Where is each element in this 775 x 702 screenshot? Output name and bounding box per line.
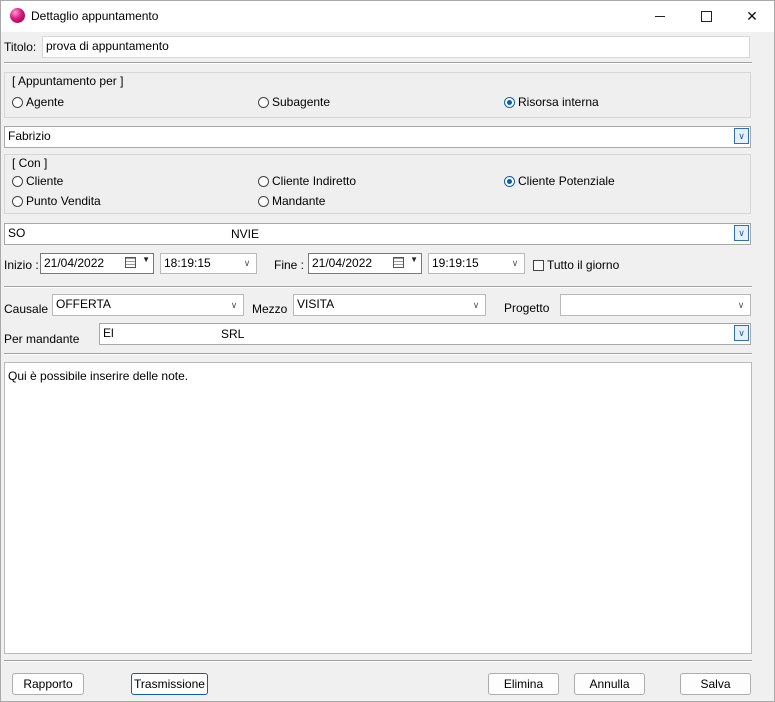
chevron-down-icon[interactable]: ∨ xyxy=(734,325,749,341)
close-icon: ✕ xyxy=(746,8,758,24)
redacted-area xyxy=(116,325,216,343)
chevron-down-icon[interactable]: ∨ xyxy=(732,295,750,315)
title-label: Titolo: xyxy=(4,40,37,54)
radio-punto-vendita-indicator[interactable] xyxy=(12,195,23,207)
end-date-picker[interactable]: 21/04/2022 ▼ xyxy=(308,253,422,274)
cancel-button[interactable]: Annulla xyxy=(574,673,645,695)
radio-cliente[interactable]: Cliente xyxy=(12,174,63,188)
appointment-detail-window: Dettaglio appuntamento ✕ Titolo: prova d… xyxy=(0,0,775,702)
maximize-icon xyxy=(700,11,712,22)
principal-select-value-end: SRL xyxy=(221,327,245,341)
resource-select-value: Fabrizio xyxy=(8,129,51,143)
title-input[interactable]: prova di appuntamento xyxy=(42,36,750,58)
start-date-value: 21/04/2022 xyxy=(44,256,105,270)
appointment-for-legend: [ Appuntamento per ] xyxy=(12,74,124,88)
delete-button[interactable]: Elimina xyxy=(488,673,559,695)
radio-cliente-potenziale[interactable]: Cliente Potenziale xyxy=(504,174,615,188)
notes-textarea[interactable]: Qui è possibile inserire delle note. xyxy=(4,362,752,654)
chevron-down-icon[interactable]: ∨ xyxy=(467,295,485,315)
contact-select[interactable]: SO NVIE ∨ xyxy=(4,223,751,245)
report-button[interactable]: Rapporto xyxy=(12,673,84,695)
window-title: Dettaglio appuntamento xyxy=(31,9,159,23)
calendar-icon[interactable] xyxy=(125,257,136,268)
start-time-select[interactable]: 18:19:15 ∨ xyxy=(160,253,257,274)
separator xyxy=(4,62,752,64)
radio-punto-vendita[interactable]: Punto Vendita xyxy=(12,194,101,208)
principal-select-value-start: El xyxy=(103,326,114,340)
separator xyxy=(4,286,752,288)
project-select[interactable]: ∨ xyxy=(560,294,751,316)
chevron-down-icon[interactable]: ∨ xyxy=(506,254,524,273)
calendar-icon[interactable] xyxy=(393,257,404,268)
radio-cliente-potenziale-indicator[interactable] xyxy=(504,175,515,187)
radio-cliente-indiretto-indicator[interactable] xyxy=(258,175,269,187)
radio-subagente-label: Subagente xyxy=(272,95,331,109)
radio-subagente[interactable]: Subagente xyxy=(258,95,330,109)
principal-label: Per mandante xyxy=(4,332,80,346)
reason-select[interactable]: OFFERTA ∨ xyxy=(52,294,244,316)
with-legend: [ Con ] xyxy=(12,156,48,170)
means-select-value: VISITA xyxy=(297,297,335,311)
radio-mandante[interactable]: Mandante xyxy=(258,194,325,208)
start-label: Inizio : xyxy=(4,258,39,272)
principal-select[interactable]: El SRL ∨ xyxy=(99,323,751,345)
maximize-button[interactable] xyxy=(683,1,729,32)
radio-agente-label: Agente xyxy=(26,95,65,109)
chevron-down-icon[interactable]: ∨ xyxy=(225,295,243,315)
app-logo-icon xyxy=(10,8,25,23)
all-day-checkbox-box[interactable] xyxy=(533,259,544,271)
title-bar: Dettaglio appuntamento ✕ xyxy=(1,1,774,32)
resource-select[interactable]: Fabrizio ∨ xyxy=(4,126,751,148)
separator xyxy=(4,660,752,662)
reason-select-value: OFFERTA xyxy=(56,297,111,311)
end-date-value: 21/04/2022 xyxy=(312,256,373,270)
radio-cliente-indiretto[interactable]: Cliente Indiretto xyxy=(258,174,356,188)
means-select[interactable]: VISITA ∨ xyxy=(293,294,486,316)
close-button[interactable]: ✕ xyxy=(729,1,775,32)
chevron-down-icon[interactable]: ∨ xyxy=(734,128,749,144)
radio-mandante-indicator[interactable] xyxy=(258,195,269,207)
caret-down-icon[interactable]: ▼ xyxy=(410,255,418,264)
contact-select-value-start: SO xyxy=(8,226,26,240)
all-day-label: Tutto il giorno xyxy=(547,258,620,272)
end-time-value: 19:19:15 xyxy=(432,256,479,270)
radio-risorsa-interna[interactable]: Risorsa interna xyxy=(504,95,599,109)
end-time-select[interactable]: 19:19:15 ∨ xyxy=(428,253,525,274)
radio-cliente-potenziale-label: Cliente Potenziale xyxy=(518,174,615,188)
save-button[interactable]: Salva xyxy=(680,673,751,695)
radio-cliente-indicator[interactable] xyxy=(12,175,23,187)
minimize-icon xyxy=(655,16,665,17)
start-date-picker[interactable]: 21/04/2022 ▼ xyxy=(40,253,154,274)
reason-label: Causale xyxy=(4,302,49,316)
radio-risorsa-interna-indicator[interactable] xyxy=(504,96,515,108)
radio-agente[interactable]: Agente xyxy=(12,95,64,109)
contact-select-value-end: NVIE xyxy=(231,227,260,241)
project-label: Progetto xyxy=(504,301,550,315)
radio-mandante-label: Mandante xyxy=(272,194,326,208)
chevron-down-icon[interactable]: ∨ xyxy=(238,254,256,273)
all-day-checkbox[interactable]: Tutto il giorno xyxy=(533,258,619,272)
radio-subagente-indicator[interactable] xyxy=(258,96,269,108)
radio-punto-vendita-label: Punto Vendita xyxy=(26,194,101,208)
radio-agente-indicator[interactable] xyxy=(12,96,23,108)
minimize-button[interactable] xyxy=(637,1,683,32)
separator xyxy=(4,353,752,355)
radio-risorsa-interna-label: Risorsa interna xyxy=(518,95,599,109)
with-group xyxy=(4,154,751,214)
means-label: Mezzo xyxy=(252,302,288,316)
end-label: Fine : xyxy=(274,258,305,272)
radio-cliente-label: Cliente xyxy=(26,174,64,188)
chevron-down-icon[interactable]: ∨ xyxy=(734,225,749,241)
radio-cliente-indiretto-label: Cliente Indiretto xyxy=(272,174,357,188)
redacted-area xyxy=(25,225,229,243)
start-time-value: 18:19:15 xyxy=(164,256,211,270)
transmission-button[interactable]: Trasmissione xyxy=(131,673,208,695)
caret-down-icon[interactable]: ▼ xyxy=(142,255,150,264)
